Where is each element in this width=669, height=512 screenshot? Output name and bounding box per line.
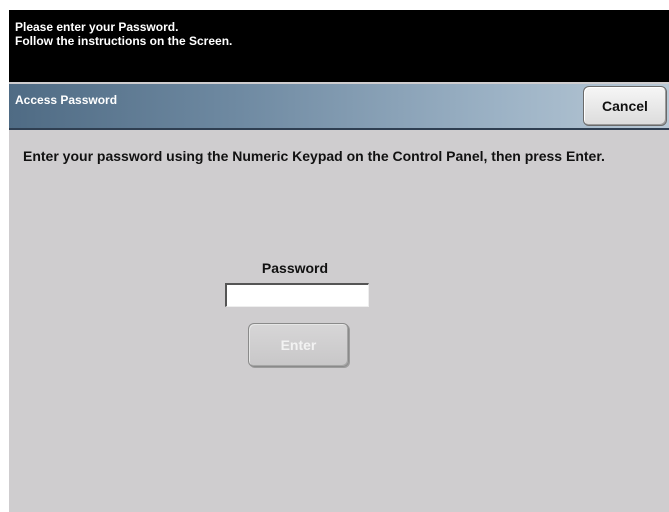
cancel-button[interactable]: Cancel	[583, 86, 667, 126]
instruction-text: Enter your password using the Numeric Ke…	[23, 148, 605, 164]
access-password-screen: Please enter your Password. Follow the i…	[9, 10, 669, 512]
password-label: Password	[261, 260, 329, 276]
message-bar: Please enter your Password. Follow the i…	[9, 10, 669, 82]
page-title: Access Password	[15, 93, 118, 107]
password-field[interactable]	[225, 283, 369, 307]
title-bar: Access Password Cancel	[9, 84, 669, 130]
message-line-1: Please enter your Password.	[15, 20, 179, 34]
message-line-2: Follow the instructions on the Screen.	[15, 34, 233, 48]
enter-button[interactable]: Enter	[248, 323, 349, 367]
